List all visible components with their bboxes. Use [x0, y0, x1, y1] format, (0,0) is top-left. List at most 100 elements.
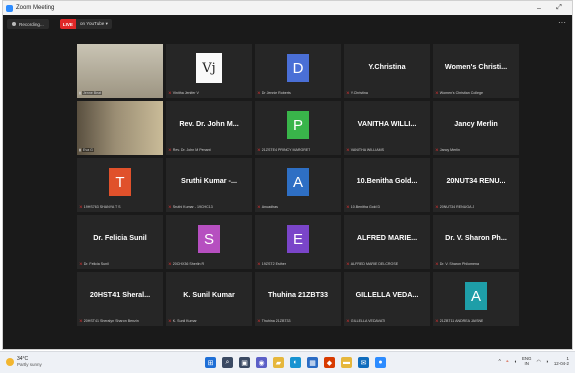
muted-mic-icon: ⨯ [168, 147, 172, 152]
participant-display-name: Dr. V. Sharon Ph... [445, 233, 507, 242]
store-icon[interactable]: ▦ [307, 357, 318, 368]
participant-label-text: 19ZST2 Esther [261, 262, 286, 266]
participant-avatar: A [465, 282, 487, 310]
participant-name-label: ⨯ Dr. Felicia Sunil [79, 261, 109, 267]
participant-tile[interactable]: 20NUT34 RENU... ⨯ 20NUT34 RENUGA J [433, 158, 519, 212]
participant-label-text: K. Sunil Kumar [172, 319, 197, 323]
meeting-status-bar: Recording... LIVE on YouTube ▾ [7, 18, 112, 30]
live-badge: LIVE [59, 19, 76, 29]
participant-tile[interactable]: Jancy Merlin ⨯ Jancy Merlin [433, 101, 519, 155]
minimize-button[interactable]: – [530, 1, 548, 15]
muted-mic-icon: ⨯ [346, 318, 350, 323]
participant-name-label: ▮ Eva G [79, 147, 94, 153]
participant-tile[interactable]: Vj ⨯ Vinitha Jenifer V [166, 44, 252, 98]
maximize-button[interactable]: ⤢ [550, 1, 568, 15]
participant-name-label: ⨯ Jancy Merlin [435, 147, 460, 153]
participant-tile[interactable]: Dr. Felicia Sunil ⨯ Dr. Felicia Sunil [77, 215, 163, 269]
participant-label-text: Women's Christian College [439, 91, 483, 95]
speaker-icon[interactable]: ◗ [546, 359, 549, 365]
participant-name-label: ⨯ Y.Christina [346, 90, 368, 96]
participant-avatar: A [287, 168, 309, 196]
participant-tile[interactable]: Rev. Dr. John M... ⨯ Rev. Dr. John M Penan… [166, 101, 252, 155]
participant-display-name: Y.Christina [368, 62, 406, 71]
muted-mic-icon: ⨯ [257, 261, 261, 266]
weather-widget[interactable]: 34°C Partly sunny [6, 356, 42, 367]
participant-avatar: D [287, 54, 309, 82]
mail-icon[interactable]: ✉ [358, 357, 369, 368]
recording-indicator[interactable]: Recording... [7, 19, 49, 29]
participant-tile[interactable]: K. Sunil Kumar ⨯ K. Sunil Kumar [166, 272, 252, 326]
search-icon[interactable]: ⌕ [222, 357, 233, 368]
muted-mic-icon: ⨯ [435, 204, 439, 209]
participant-display-name: ALFRED MARIE... [356, 233, 418, 242]
muted-mic-icon: ⨯ [346, 147, 350, 152]
participant-tile[interactable]: Women's Christi... ⨯ Women's Christian Col… [433, 44, 519, 98]
participant-name-label: ⨯ VANITHA WILLIAMS [346, 147, 384, 153]
participant-tile[interactable]: D ⨯ Dr Jennie Roberts [255, 44, 341, 98]
participant-tile[interactable]: S ⨯ 20CHX36 Sherlin R [166, 215, 252, 269]
participant-tile[interactable]: 20HST41 Sheral... ⨯ 20HST41 Sheralyn Sharo… [77, 272, 163, 326]
participant-name-label: ⨯ K. Sunil Kumar [168, 318, 197, 324]
mic-icon: ▮ [79, 91, 81, 95]
participant-label-text: Eva G [81, 148, 94, 152]
participant-tile[interactable]: P ⨯ 21ZSTE4 PRINCY MARGRET [255, 101, 341, 155]
participant-tile[interactable]: ALFRED MARIE... ⨯ ALFRED MARIE DELCROSE [344, 215, 430, 269]
zoom-icon[interactable]: ● [375, 357, 386, 368]
participant-avatar: T [109, 168, 131, 196]
file-explorer-icon[interactable]: ▰ [273, 357, 284, 368]
office-icon[interactable]: ◆ [324, 357, 335, 368]
participant-tile[interactable]: Y.Christina ⨯ Y.Christina [344, 44, 430, 98]
volume-icon[interactable]: ◖ [514, 359, 517, 365]
participant-tile[interactable]: ▮ Jenne Beat [77, 44, 163, 98]
clock[interactable]: 1 12-04-2 [553, 356, 569, 367]
participant-tile[interactable]: A ⨯ Anuadhas [255, 158, 341, 212]
system-tray: ^ ◓ ◖ ENG IN ◠ ◗ 1 12-04-2 [499, 356, 569, 367]
participant-tile[interactable]: T ⨯ 19HS763 SHANYA T S [77, 158, 163, 212]
participant-tile[interactable]: Thuhina 21ZBT33 ⨯ Thuhina 21ZBT33 [255, 272, 341, 326]
live-stream-indicator[interactable]: LIVE on YouTube ▾ [59, 19, 112, 29]
muted-mic-icon: ⨯ [435, 147, 439, 152]
live-target-dropdown[interactable]: on YouTube ▾ [76, 19, 112, 29]
participant-name-label: ⨯ 10.Benitha Gold D [346, 204, 380, 210]
participant-label-text: Jancy Merlin [439, 148, 460, 152]
participant-tile[interactable]: A ⨯ 21ZBT11 ANDREA JAISNE [433, 272, 519, 326]
participant-label-text: Vinitha Jenifer V [172, 91, 199, 95]
participant-label-text: Dr. Felicia Sunil [83, 262, 109, 266]
participant-tile[interactable]: 10.Benitha Gold... ⨯ 10.Benitha Gold D [344, 158, 430, 212]
sun-icon [6, 357, 14, 366]
participant-display-name: VANITHA WILLI... [357, 119, 417, 128]
participant-label-text: Anuadhas [261, 205, 278, 209]
participant-label-text: Rev. Dr. John M Penant [172, 148, 211, 152]
participant-tile[interactable]: Sruthi Kumar -... ⨯ Sruthi Kumar - 19CHC13 [166, 158, 252, 212]
language-indicator[interactable]: ENG IN [522, 357, 532, 366]
participant-display-name: Rev. Dr. John M... [179, 119, 239, 128]
windows-start-icon[interactable]: ⊞ [205, 357, 216, 368]
participant-label-text: 20HST41 Sheralyn Sharon Benzin [83, 319, 139, 323]
participant-name-label: ⨯ Rev. Dr. John M Penant [168, 147, 211, 153]
participant-name-label: ⨯ ALFRED MARIE DELCROSE [346, 261, 398, 267]
muted-mic-icon: ⨯ [435, 261, 439, 266]
participant-tile[interactable]: GILLELLA VEDA... ⨯ GILLELLA VEDAVATI [344, 272, 430, 326]
clock-date: 12-04-2 [553, 360, 569, 366]
participant-name-label: ▮ Jenne Beat [79, 90, 103, 96]
edge-icon[interactable]: ◐ [290, 357, 301, 368]
participant-tile[interactable]: Dr. V. Sharon Ph... ⨯ Dr. V. Sharon Philom… [433, 215, 519, 269]
participant-tile[interactable]: E ⨯ 19ZST2 Esther [255, 215, 341, 269]
participant-tile[interactable]: ▮ Eva G [77, 101, 163, 155]
muted-mic-icon: ⨯ [79, 204, 83, 209]
participant-label-text: Jenne Beat [81, 91, 103, 95]
participant-tile[interactable]: VANITHA WILLI... ⨯ VANITHA WILLIAMS [344, 101, 430, 155]
participant-display-name: Dr. Felicia Sunil [93, 233, 147, 242]
taskbar-apps: ⊞ ⌕ ▣ ◉ ▰ ◐ ▦ ◆ ▬ ✉ ● [205, 357, 386, 368]
task-view-icon[interactable]: ▣ [239, 357, 250, 368]
more-options-icon[interactable]: ··· [558, 18, 566, 27]
chat-icon[interactable]: ◉ [256, 357, 267, 368]
participant-label-text: Dr. V. Sharon Philomena [439, 262, 480, 266]
muted-mic-icon: ⨯ [79, 261, 83, 266]
notes-icon[interactable]: ▬ [341, 357, 352, 368]
participant-label-text: 21ZBT11 ANDREA JAISNE [439, 319, 484, 323]
tray-overflow-chevron-icon[interactable]: ^ [499, 359, 501, 365]
wifi-icon[interactable]: ◠ [536, 359, 540, 365]
onedrive-icon[interactable]: ◓ [506, 359, 509, 365]
muted-mic-icon: ⨯ [168, 261, 172, 266]
